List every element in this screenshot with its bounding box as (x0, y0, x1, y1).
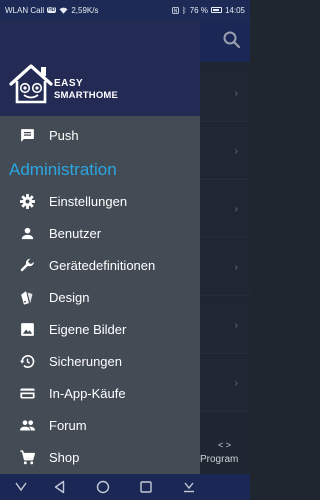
drawer-item-label: Design (49, 290, 90, 305)
chevron-right-icon: › (234, 378, 238, 389)
drawer-item-label: Gerätedefinitionen (49, 258, 156, 273)
recent-apps-icon[interactable] (138, 479, 154, 495)
drawer-item-einstellungen[interactable]: Einstellungen (0, 186, 200, 216)
drawer-item-label: Einstellungen (49, 194, 128, 209)
drawer-item-forum[interactable]: Forum (0, 410, 200, 440)
navigation-drawer: EASY SMARTHOME Push Administration Einst… (0, 20, 200, 474)
chevron-right-icon: › (234, 262, 238, 273)
battery-icon (210, 7, 222, 13)
drawer-item-label: Benutzer (49, 226, 102, 241)
backup-icon (20, 355, 35, 368)
drawer-item-label: Forum (49, 418, 87, 433)
person-icon (21, 227, 34, 240)
drawer-item-design[interactable]: Design (0, 282, 200, 312)
drawer-item-label: In-App-Käufe (49, 386, 126, 401)
gear-icon (20, 194, 35, 209)
battery-percent: 76 % (189, 5, 208, 15)
section-title-administration: Administration (9, 160, 117, 179)
drawer-header: EASY SMARTHOME (0, 20, 200, 116)
drawer-item-eigene-bilder[interactable]: Eigene Bilder (0, 314, 200, 344)
chevron-right-icon: › (234, 204, 238, 215)
wrench-icon (20, 258, 34, 272)
code-icon: < > (218, 440, 232, 450)
keyboard-hide-icon[interactable] (13, 479, 29, 495)
nfc-icon: N (172, 6, 179, 14)
house-logo-icon (9, 64, 53, 104)
back-icon[interactable] (52, 479, 68, 495)
palette-icon (21, 291, 33, 305)
drawer-item-label: Eigene Bilder (49, 322, 127, 337)
chevron-right-icon: › (234, 146, 238, 157)
chat-icon (21, 129, 34, 142)
chevron-right-icon: › (234, 320, 238, 331)
drawer-item-geraetedefinitionen[interactable]: Gerätedefinitionen (0, 250, 200, 280)
search-icon[interactable] (222, 30, 242, 50)
easy-smarthome-logo: EASY SMARTHOME (8, 62, 138, 108)
chevron-right-icon: › (234, 88, 238, 99)
net-speed: 2,59K/s (71, 5, 99, 15)
wifi-hd-badge: HD (47, 7, 57, 13)
svg-text:N: N (174, 8, 178, 14)
drawer-item-push[interactable]: Push (0, 120, 200, 150)
drawer-item-benutzer[interactable]: Benutzer (0, 218, 200, 248)
system-navigation-bar (0, 474, 250, 500)
wifi-icon (59, 7, 68, 14)
drawer-item-label: Sicherungen (49, 354, 122, 369)
logo-text-line2: SMARTHOME (54, 90, 119, 101)
status-bar: WLAN Call HD 2,59K/s N ᛒ 76 % 14:05 (0, 0, 250, 20)
drawer-item-sicherungen[interactable]: Sicherungen (0, 346, 200, 376)
credit-card-icon (20, 388, 35, 399)
image-icon (21, 323, 34, 336)
bluetooth-icon: ᛒ (181, 5, 187, 15)
logo-text-line1: EASY (54, 78, 84, 89)
clock: 14:05 (224, 5, 245, 15)
cart-icon (20, 450, 36, 465)
drawer-item-shop[interactable]: Shop (0, 442, 200, 472)
home-icon[interactable] (95, 479, 111, 495)
drawer-item-label: Push (49, 128, 79, 143)
drawer-item-in-app-kaeufe[interactable]: In-App-Käufe (0, 378, 200, 408)
carrier-label: WLAN Call (5, 5, 45, 15)
program-tab-label[interactable]: Program (200, 454, 238, 465)
drawer-item-label: Shop (49, 450, 80, 465)
people-icon (20, 420, 35, 431)
notification-pull-icon[interactable] (181, 479, 197, 495)
